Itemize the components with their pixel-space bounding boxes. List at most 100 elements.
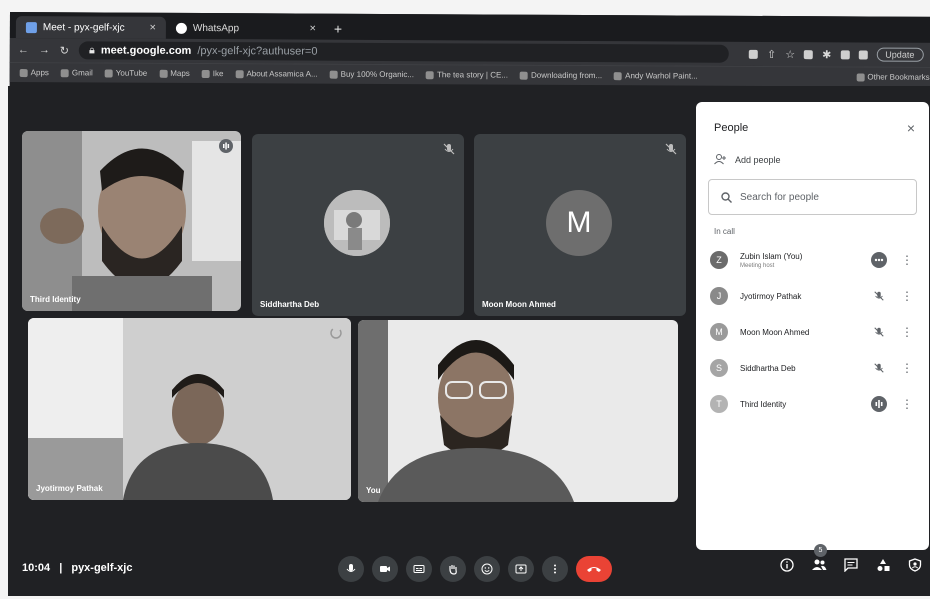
url-path: /pyx-gelf-xjc?authuser=0 — [197, 44, 318, 58]
tab-meet[interactable]: Meet - pyx-gelf-xjc × — [15, 16, 166, 39]
video-tile-jyotirmoy-pathak[interactable]: Jyotirmoy Pathak — [28, 318, 351, 500]
add-person-icon — [714, 154, 726, 165]
avatar: J — [710, 287, 728, 305]
tab-whatsapp[interactable]: WhatsApp × — [166, 17, 326, 40]
new-tab-button[interactable]: + — [326, 18, 350, 40]
address-bar[interactable]: 🔒︎ meet.google.com/pyx-gelf-xjc?authuser… — [78, 41, 730, 63]
search-people-input[interactable]: Search for people — [708, 179, 917, 215]
back-icon[interactable]: ← — [18, 44, 29, 56]
close-tab-icon[interactable]: × — [309, 23, 316, 35]
bookmark[interactable]: Ike — [201, 69, 224, 78]
bookmark[interactable]: Maps — [159, 69, 190, 78]
more-options-icon[interactable]: ⋮ — [897, 253, 917, 267]
video-tile-third-identity[interactable]: Third Identity — [22, 131, 241, 311]
people-icon[interactable]: 5 — [810, 544, 828, 574]
captions-icon[interactable] — [406, 556, 432, 582]
bookmark[interactable]: YouTube — [104, 68, 147, 78]
participant-name: Third Identity — [740, 399, 787, 409]
bookmarks-bar: Apps Gmail YouTube Maps Ike About Assami… — [9, 61, 930, 87]
lock-icon: 🔒︎ — [88, 43, 95, 56]
close-tab-icon[interactable]: × — [149, 22, 156, 34]
participant-row[interactable]: Z Zubin Islam (You) Meeting host ⋮ — [696, 242, 929, 278]
video-tile-moon-moon-ahmed[interactable]: M Moon Moon Ahmed — [474, 134, 686, 316]
youtube-icon — [104, 68, 113, 78]
more-options-icon[interactable]: ⋮ — [897, 325, 917, 339]
mic-off-icon[interactable] — [871, 360, 887, 376]
bookmark-icon — [614, 71, 623, 80]
bookmark-icon — [235, 69, 244, 78]
clock: 10:04 — [22, 562, 51, 574]
update-button[interactable]: Update — [876, 47, 924, 62]
more-options-icon[interactable]: ⋮ — [897, 397, 917, 411]
bookmark-icon — [519, 71, 529, 80]
more-options-icon[interactable]: ⋮ — [897, 361, 917, 375]
forward-icon[interactable]: → — [39, 44, 50, 56]
end-call-button[interactable] — [576, 556, 612, 582]
participant-count-badge: 5 — [814, 544, 827, 557]
camera-icon[interactable] — [372, 556, 398, 582]
more-options-icon[interactable]: ⋮ — [897, 289, 917, 303]
participant-name: Third Identity — [30, 295, 81, 304]
raise-hand-icon[interactable] — [440, 556, 466, 582]
close-icon[interactable]: × — [907, 120, 915, 136]
bookmark[interactable]: Apps — [19, 68, 49, 77]
tab-title: WhatsApp — [192, 22, 240, 34]
speaking-icon — [871, 396, 887, 412]
url-host: meet.google.com — [100, 44, 192, 57]
avatar: M — [710, 323, 728, 341]
speaking-indicator-icon — [219, 139, 233, 153]
puzzle-icon[interactable]: ✱ — [822, 48, 831, 61]
mic-off-icon — [664, 142, 678, 156]
people-panel: People × Add people Search for people In… — [696, 102, 929, 550]
bookmark[interactable]: The tea story | CE... — [425, 70, 508, 80]
add-people-button[interactable]: Add people — [696, 144, 929, 175]
emoji-icon[interactable] — [474, 556, 500, 582]
video-tile-siddhartha-deb[interactable]: Siddhartha Deb — [252, 134, 464, 316]
bookmark[interactable]: Downloading from... — [519, 71, 602, 80]
more-options-icon[interactable] — [542, 556, 568, 582]
reload-icon[interactable]: ↻ — [60, 44, 69, 57]
participant-row[interactable]: M Moon Moon Ahmed ⋮ — [696, 314, 929, 350]
participant-row[interactable]: J Jyotirmoy Pathak ⋮ — [696, 278, 929, 314]
panel-header: People × — [696, 102, 929, 144]
participant-name: Moon Moon Ahmed — [740, 327, 810, 337]
participant-row[interactable]: T Third Identity ⋮ — [696, 386, 929, 422]
mic-off-icon — [442, 142, 456, 156]
whatsapp-favicon-icon — [175, 22, 187, 34]
camera-feed — [358, 320, 678, 502]
camera-icon[interactable] — [748, 49, 759, 59]
loading-indicator-icon — [329, 326, 343, 340]
participant-role: Meeting host — [740, 262, 775, 269]
bookmark-icon — [425, 70, 435, 79]
bookmark[interactable]: Gmail — [60, 68, 93, 77]
star-icon[interactable]: ☆ — [785, 48, 795, 61]
other-bookmarks[interactable]: Other Bookmarks — [856, 72, 930, 82]
share-icon[interactable]: ⇧ — [767, 47, 776, 60]
extension-icons: ⇧ ☆ ✱ Update — [748, 47, 924, 62]
participant-name: Siddhartha Deb — [740, 363, 796, 373]
search-placeholder: Search for people — [740, 191, 819, 203]
tab-strip: Meet - pyx-gelf-xjc × WhatsApp × + — [9, 12, 930, 43]
browser-chrome: Meet - pyx-gelf-xjc × WhatsApp × + ← → ↻… — [9, 12, 930, 91]
host-controls-icon[interactable] — [906, 556, 924, 574]
bookmark-icon — [201, 69, 210, 78]
bookmark[interactable]: Buy 100% Organic... — [329, 70, 414, 79]
present-screen-icon[interactable] — [508, 556, 534, 582]
participant-name: Jyotirmoy Pathak — [36, 484, 103, 493]
info-icon[interactable] — [778, 556, 796, 574]
activities-icon[interactable] — [874, 556, 892, 574]
bookmark[interactable]: About Assamica A... — [235, 69, 318, 79]
mic-off-icon[interactable] — [871, 288, 887, 304]
search-icon — [721, 191, 732, 203]
sidebar-icon[interactable] — [840, 49, 850, 59]
extension-icon[interactable] — [804, 49, 814, 59]
video-tile-you[interactable]: You — [358, 320, 678, 502]
call-controls — [338, 556, 612, 582]
chat-icon[interactable] — [842, 556, 860, 574]
gmail-icon — [60, 68, 69, 77]
mic-off-icon[interactable] — [871, 324, 887, 340]
profile-icon[interactable] — [858, 49, 868, 59]
participant-row[interactable]: S Siddhartha Deb ⋮ — [696, 350, 929, 386]
mic-icon[interactable] — [338, 556, 364, 582]
bookmark[interactable]: Andy Warhol Paint... — [614, 71, 698, 81]
